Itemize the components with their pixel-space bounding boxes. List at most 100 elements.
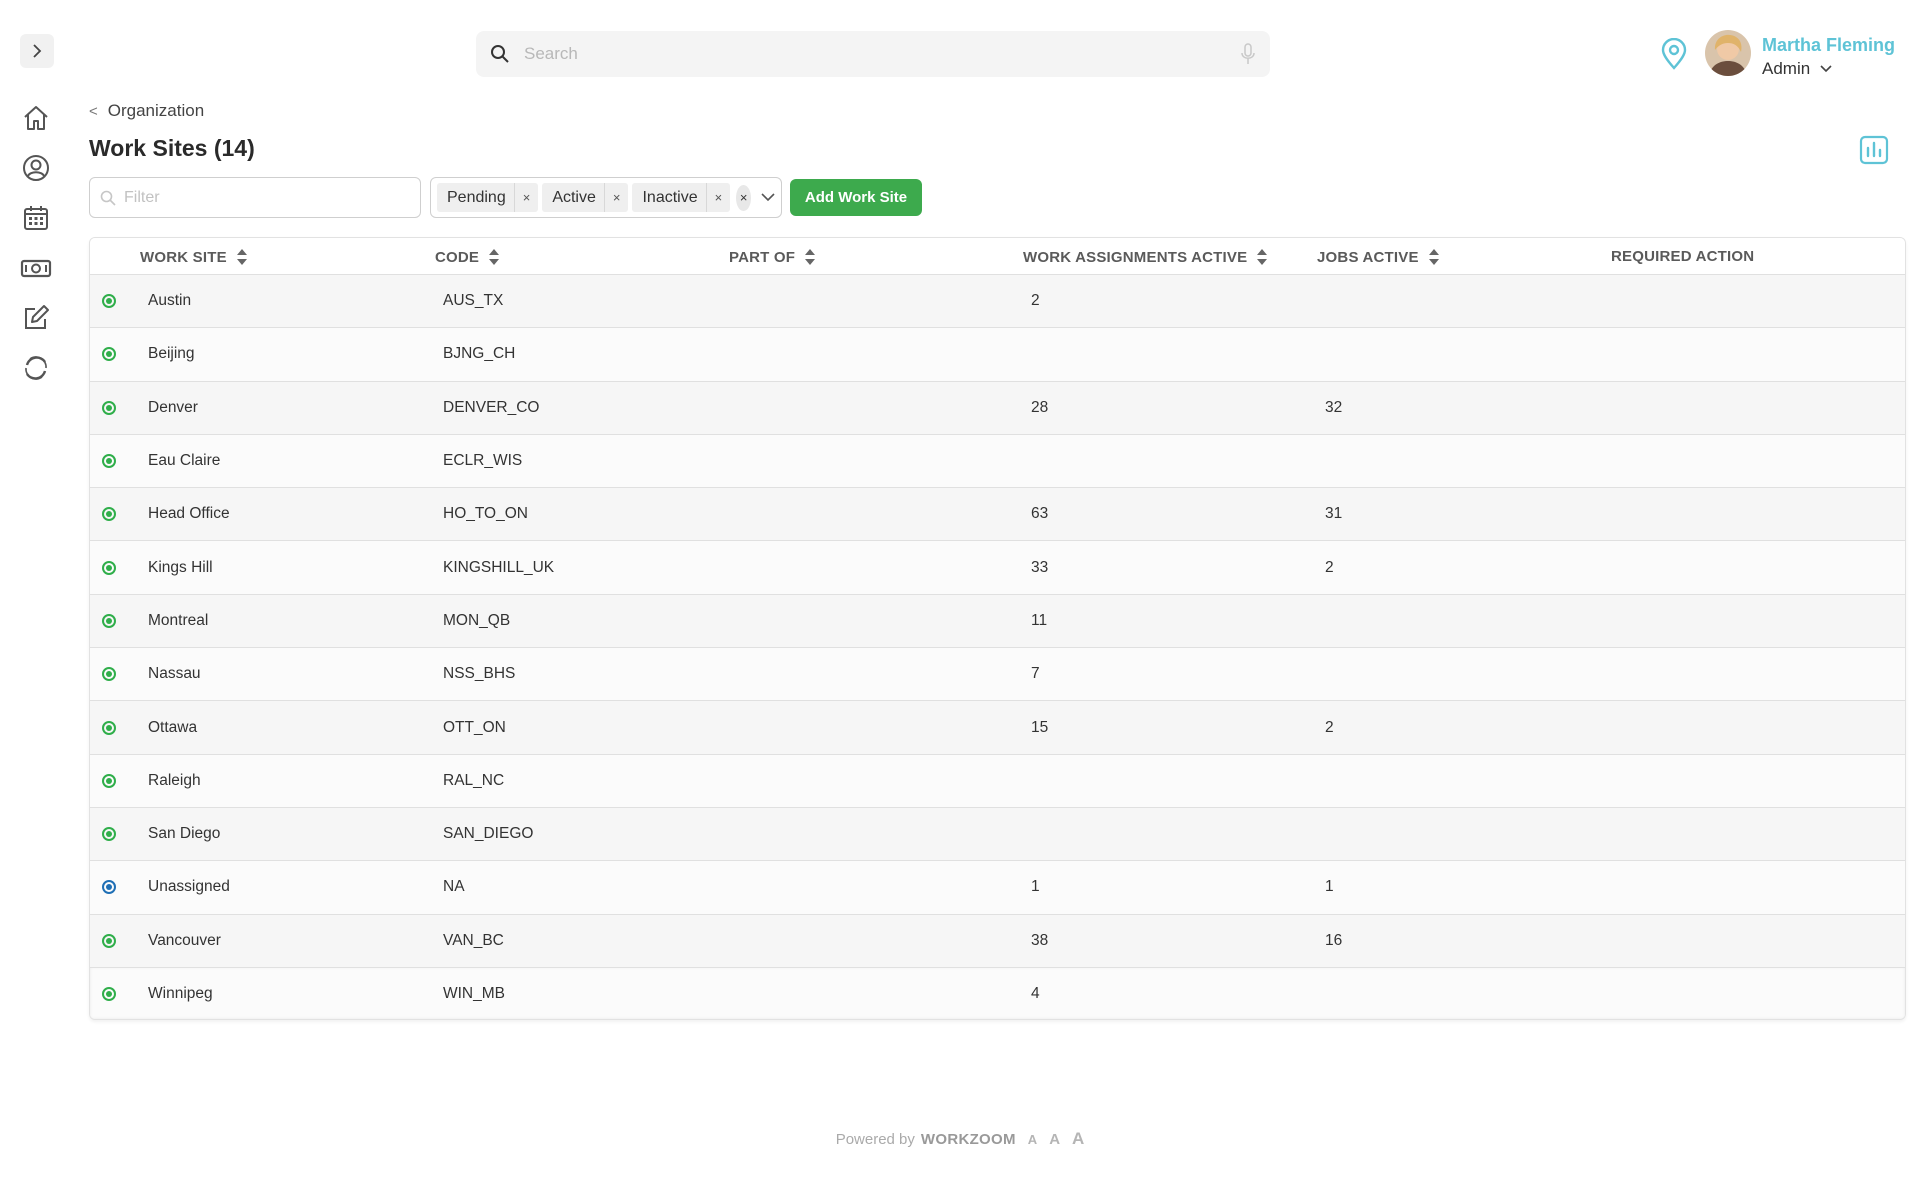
clear-all-icon[interactable]: × — [736, 184, 751, 211]
sort-icon — [1256, 248, 1268, 266]
table-row[interactable]: Montreal MON_QB 11 — [90, 593, 1905, 648]
analytics-button[interactable] — [1858, 134, 1890, 166]
cell-work-site: Winnipeg — [148, 985, 213, 1002]
avatar[interactable] — [1705, 30, 1751, 76]
font-size-medium[interactable]: A — [1049, 1131, 1060, 1148]
cell-jobs-active: 1 — [1325, 878, 1334, 896]
status-indicator-icon — [102, 507, 116, 522]
table-row[interactable]: Kings Hill KINGSHILL_UK 33 2 — [90, 540, 1905, 594]
microphone-icon[interactable] — [1240, 42, 1256, 66]
table-body: Austin AUS_TX 2 Beijing BJNG_CH Denver DENVER_… — [90, 274, 1905, 1019]
nav-integrations[interactable] — [19, 351, 53, 385]
table-row[interactable]: Eau Claire ECLR_WIS — [90, 433, 1905, 488]
table-row[interactable]: Austin AUS_TX 2 — [90, 274, 1905, 328]
chevron-down-icon — [761, 193, 775, 202]
user-role-menu[interactable]: Admin — [1762, 59, 1832, 79]
user-name[interactable]: Martha Fleming — [1762, 35, 1895, 56]
col-header-code[interactable]: CODE — [435, 248, 500, 266]
col-header-label: PART OF — [729, 248, 796, 266]
cell-code: ECLR_WIS — [443, 452, 523, 470]
cell-work-assignments-active: 15 — [1031, 718, 1049, 736]
table-row[interactable]: Raleigh RAL_NC — [90, 753, 1905, 807]
footer: Powered by WORKZOOM A A A — [0, 1129, 1920, 1149]
calendar-icon — [24, 206, 48, 230]
breadcrumb[interactable]: < Organization — [89, 101, 204, 121]
nav-calendar[interactable] — [19, 201, 53, 235]
font-size-large[interactable]: A — [1072, 1129, 1084, 1149]
cell-code: WIN_MB — [443, 985, 505, 1002]
user-role: Admin — [1762, 59, 1811, 78]
filter-field[interactable] — [89, 177, 421, 218]
status-dropdown-toggle[interactable] — [761, 193, 775, 202]
sort-icon — [1428, 248, 1440, 266]
status-multiselect[interactable]: Pending × Active × Inactive × × — [430, 177, 782, 218]
status-indicator-icon — [102, 933, 116, 948]
money-icon — [20, 259, 52, 278]
user-circle-icon — [23, 155, 49, 181]
table-row[interactable]: Vancouver VAN_BC 38 16 — [90, 913, 1905, 967]
nav-home[interactable] — [19, 101, 53, 135]
cell-work-site: Beijing — [148, 345, 195, 363]
col-header-work-site[interactable]: WORK SITE — [140, 248, 248, 266]
chevron-right-icon — [33, 44, 42, 58]
table-row[interactable]: Ottawa OTT_ON 15 2 — [90, 700, 1905, 754]
cell-jobs-active: 2 — [1325, 558, 1334, 576]
cell-work-assignments-active: 2 — [1031, 292, 1040, 310]
table-row[interactable]: Denver DENVER_CO 28 32 — [90, 380, 1905, 434]
status-indicator-icon — [102, 454, 116, 469]
table-row[interactable]: Head Office HO_TO_ON 63 31 — [90, 487, 1905, 541]
bar-chart-icon — [1859, 135, 1889, 165]
remove-chip-icon[interactable]: × — [705, 183, 731, 212]
table-row[interactable]: Beijing BJNG_CH — [90, 327, 1905, 381]
cell-code: RAL_NC — [443, 771, 505, 789]
cell-work-site: Unassigned — [148, 878, 230, 896]
cell-work-assignments-active: 38 — [1031, 931, 1049, 949]
col-header-label: REQUIRED ACTION — [1611, 248, 1755, 265]
chip-label: Pending — [447, 188, 506, 206]
status-indicator-icon — [102, 347, 116, 362]
chevron-down-icon — [1820, 65, 1832, 73]
col-header-jobs-active[interactable]: JOBS ACTIVE — [1317, 248, 1440, 266]
status-indicator-icon — [102, 827, 116, 842]
global-search[interactable] — [476, 31, 1270, 77]
cell-code: BJNG_CH — [443, 345, 516, 363]
cell-code: MON_QB — [443, 611, 511, 629]
table-row[interactable]: San Diego SAN_DIEGO — [90, 806, 1905, 861]
status-indicator-icon — [102, 667, 116, 682]
cell-work-site: Vancouver — [148, 931, 221, 949]
table-header: WORK SITE CODE PART OF WORK ASSIGNMENTS … — [90, 238, 1905, 274]
status-indicator-icon — [102, 294, 116, 309]
chip-label: Inactive — [642, 188, 698, 206]
col-header-part-of[interactable]: PART OF — [729, 248, 816, 266]
status-chip-active: Active × — [542, 183, 629, 212]
cell-work-site: Raleigh — [148, 771, 201, 789]
cell-work-assignments-active: 4 — [1031, 985, 1040, 1002]
table-row[interactable]: Unassigned NA 1 1 — [90, 860, 1905, 914]
status-indicator-icon — [102, 613, 116, 628]
work-sites-table: WORK SITE CODE PART OF WORK ASSIGNMENTS … — [89, 237, 1906, 1020]
add-work-site-button[interactable]: Add Work Site — [790, 179, 922, 216]
font-size-small[interactable]: A — [1028, 1132, 1037, 1147]
remove-chip-icon[interactable]: × — [603, 183, 629, 212]
filter-input[interactable] — [124, 188, 410, 207]
expand-sidebar-button[interactable] — [20, 34, 54, 68]
col-header-work-assignments-active[interactable]: WORK ASSIGNMENTS ACTIVE — [1023, 248, 1268, 266]
status-chip-pending: Pending × — [437, 183, 539, 212]
cell-work-site: Austin — [148, 292, 192, 310]
remove-chip-icon[interactable]: × — [513, 183, 539, 212]
cell-work-site: Nassau — [148, 665, 201, 683]
nav-people[interactable] — [19, 151, 53, 185]
sort-icon — [236, 248, 248, 266]
cell-work-site: Montreal — [148, 611, 209, 629]
cell-work-site: San Diego — [148, 825, 221, 843]
cell-code: AUS_TX — [443, 292, 504, 310]
nav-payroll[interactable] — [19, 251, 53, 285]
location-button[interactable] — [1660, 37, 1688, 75]
table-row[interactable]: Nassau NSS_BHS 7 — [90, 647, 1905, 701]
nav-edit[interactable] — [19, 301, 53, 335]
powered-by-text: Powered by — [835, 1130, 915, 1148]
table-row[interactable]: Winnipeg WIN_MB 4 — [90, 966, 1905, 1019]
cell-jobs-active: 16 — [1325, 931, 1343, 949]
search-input[interactable] — [524, 44, 1240, 64]
cell-work-assignments-active: 1 — [1031, 878, 1040, 896]
